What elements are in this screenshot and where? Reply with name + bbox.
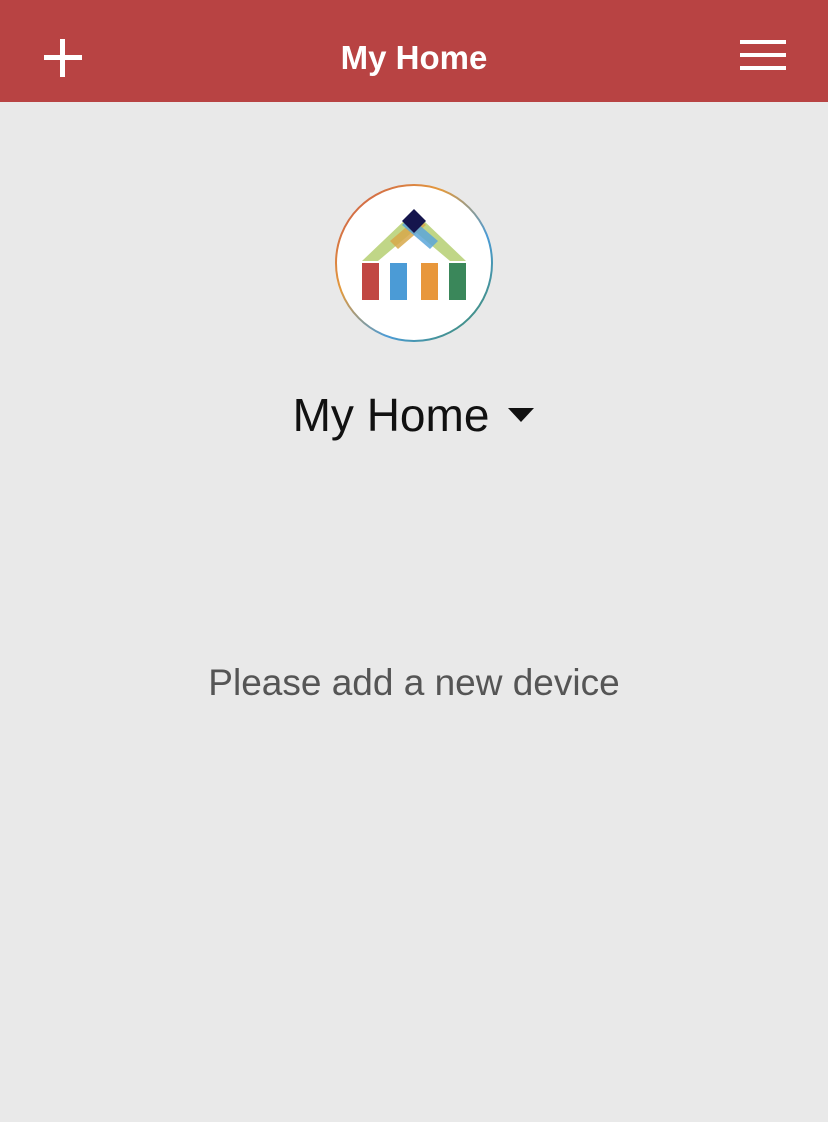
header-title: My Home <box>340 39 488 76</box>
empty-state-message: Please add a new device <box>208 662 620 703</box>
hamburger-menu-icon <box>740 40 786 70</box>
home-selector[interactable]: My Home <box>293 387 536 443</box>
menu-button[interactable] <box>734 34 792 78</box>
home-logo-icon <box>335 184 493 342</box>
home-name: My Home <box>292 389 490 441</box>
caret-down-icon <box>508 408 535 422</box>
home-avatar[interactable] <box>334 183 494 343</box>
home-name-row: My Home <box>0 385 828 445</box>
top-app-bar: My Home <box>0 0 828 102</box>
app-screen: My Home My Home Please add a new device <box>0 0 828 1122</box>
